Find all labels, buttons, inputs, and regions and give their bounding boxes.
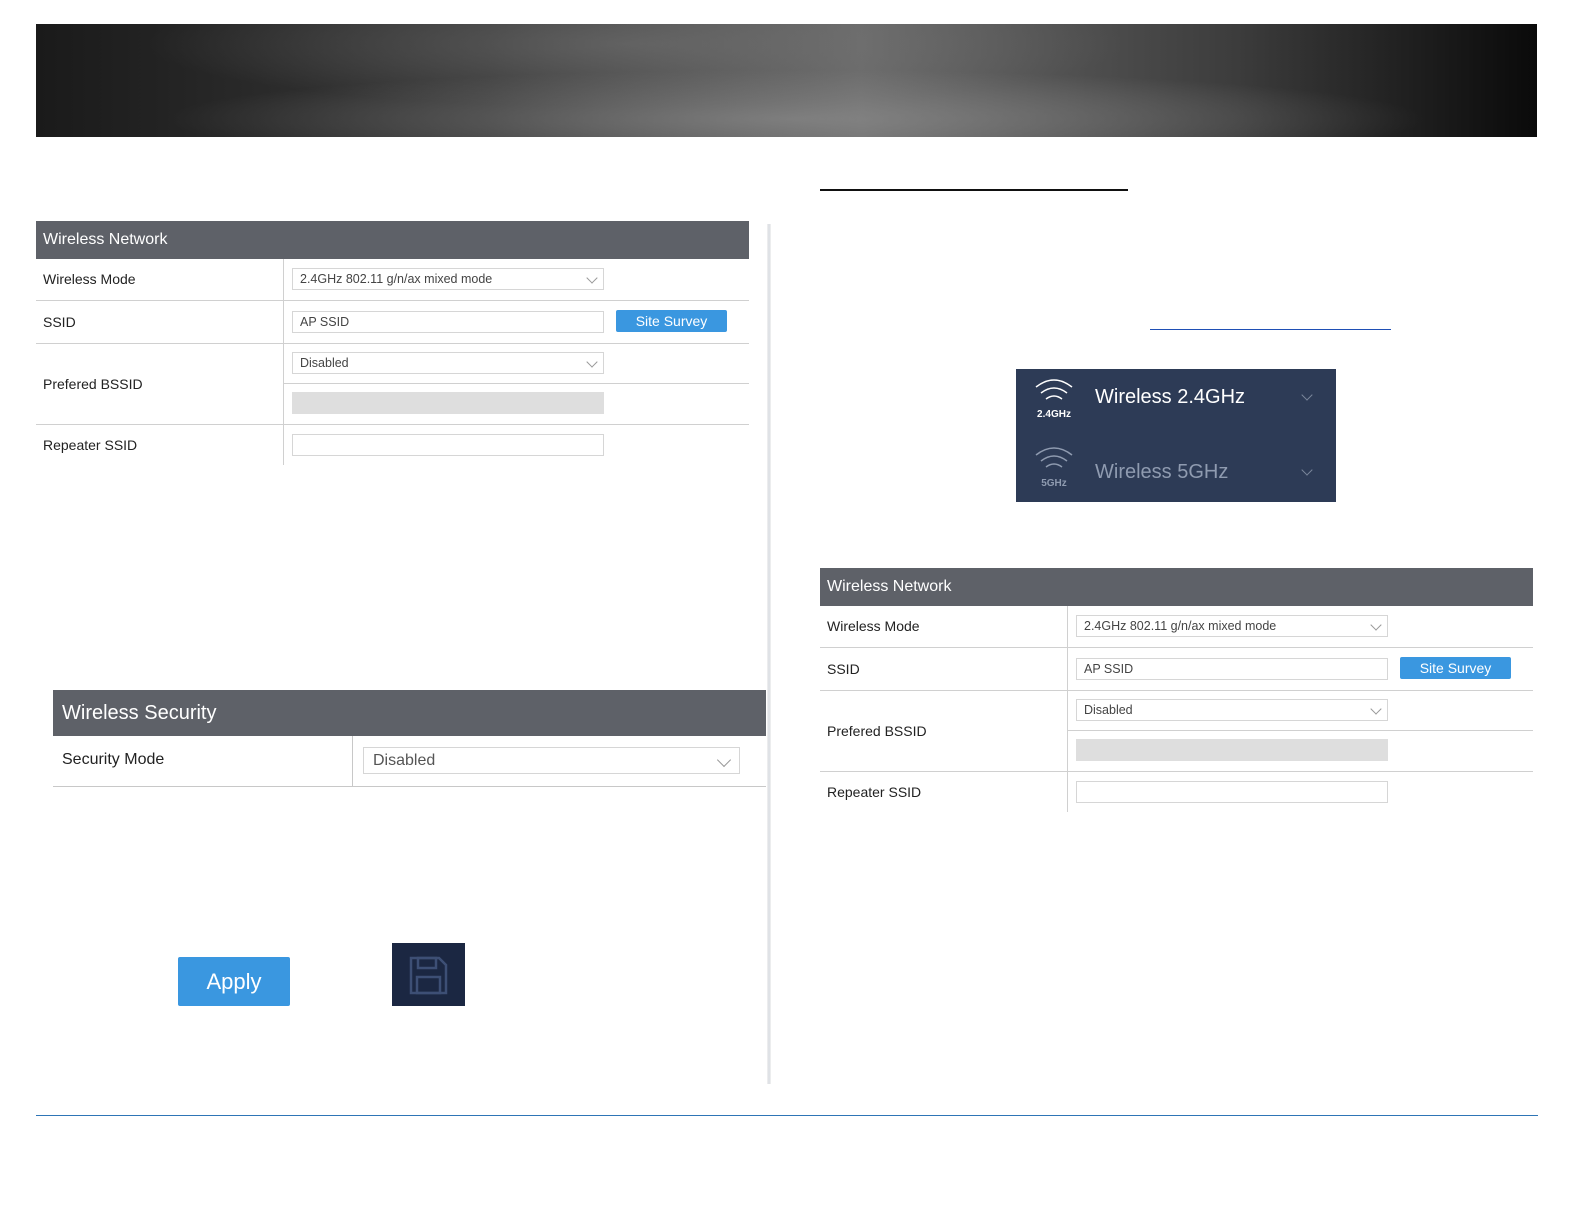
site-survey-button[interactable]: Site Survey (616, 310, 727, 332)
site-survey-button[interactable]: Site Survey (1400, 657, 1511, 679)
prefered-bssid-label: Prefered BSSID (827, 723, 927, 739)
repeater-ssid-input[interactable] (292, 434, 604, 456)
repeater-ssid-label: Repeater SSID (43, 437, 138, 453)
chevron-down-icon (586, 356, 598, 368)
wireless-network-panel-left: Wireless Network Wireless Mode 2.4GHz 80… (36, 221, 749, 465)
wireless-network-panel-right: Wireless Network Wireless Mode 2.4GHz 80… (820, 568, 1533, 812)
row-subdivider (1068, 730, 1533, 731)
band-label-5ghz: Wireless 5GHz (1095, 461, 1229, 483)
chevron-down-icon (586, 272, 598, 284)
wireless-mode-row: Wireless Mode 2.4GHz 802.11 g/n/ax mixed… (820, 606, 1533, 648)
save-icon (409, 956, 448, 995)
ssid-value: AP SSID (300, 315, 350, 329)
band-item-5ghz[interactable]: 5GHz Wireless 5GHz (1016, 435, 1336, 501)
ssid-value: AP SSID (1084, 662, 1134, 676)
column-separator (352, 736, 353, 786)
column-divider (767, 224, 771, 1084)
row-subdivider (284, 383, 749, 384)
ssid-input[interactable]: AP SSID (292, 311, 604, 333)
ssid-label: SSID (827, 661, 860, 677)
security-mode-label: Security Mode (62, 751, 165, 768)
chevron-down-icon (1301, 464, 1313, 476)
wireless-mode-label: Wireless Mode (827, 618, 920, 634)
bssid-input-disabled (1076, 739, 1388, 761)
column-separator (283, 425, 284, 465)
svg-text:2.4GHz: 2.4GHz (1037, 409, 1071, 420)
column-separator (283, 259, 284, 300)
wireless-mode-row: Wireless Mode 2.4GHz 802.11 g/n/ax mixed… (36, 259, 749, 301)
ssid-row: SSID AP SSID Site Survey (820, 648, 1533, 691)
save-button[interactable] (392, 943, 465, 1006)
ssid-input[interactable]: AP SSID (1076, 658, 1388, 680)
wireless-mode-value: 2.4GHz 802.11 g/n/ax mixed mode (1084, 619, 1277, 633)
apply-button[interactable]: Apply (178, 957, 290, 1006)
wireless-mode-label: Wireless Mode (43, 271, 136, 287)
header-banner (36, 24, 1537, 137)
ssid-row: SSID AP SSID Site Survey (36, 301, 749, 344)
chevron-down-icon (1301, 389, 1313, 401)
repeater-ssid-row: Repeater SSID (820, 772, 1533, 812)
column-separator (1067, 606, 1068, 647)
prefered-bssid-select[interactable]: Disabled (292, 352, 604, 374)
prefered-bssid-value: Disabled (300, 356, 349, 370)
repeater-ssid-row: Repeater SSID (36, 425, 749, 465)
column-separator (283, 301, 284, 343)
section-rule (820, 189, 1128, 191)
bssid-input-disabled (292, 392, 604, 414)
chevron-down-icon (1370, 703, 1382, 715)
wireless-security-panel: Wireless Security Security Mode Disabled (53, 690, 766, 787)
prefered-bssid-select[interactable]: Disabled (1076, 699, 1388, 721)
panel-header: Wireless Network (820, 568, 1533, 606)
prefered-bssid-value: Disabled (1084, 703, 1133, 717)
repeater-ssid-label: Repeater SSID (827, 784, 922, 800)
column-separator (1067, 772, 1068, 812)
band-item-24ghz[interactable]: 2.4GHz Wireless 2.4GHz (1016, 369, 1336, 435)
panel-header: Wireless Security (53, 690, 766, 736)
column-separator (1067, 691, 1068, 771)
chevron-down-icon (1370, 619, 1382, 631)
wifi-5ghz-icon: 5GHz (1035, 447, 1073, 489)
wireless-mode-value: 2.4GHz 802.11 g/n/ax mixed mode (300, 272, 493, 286)
prefered-bssid-row: Prefered BSSID Disabled (36, 344, 749, 425)
panel-header: Wireless Network (36, 221, 749, 259)
column-separator (283, 344, 284, 424)
prefered-bssid-row: Prefered BSSID Disabled (820, 691, 1533, 772)
security-mode-value: Disabled (373, 752, 436, 769)
security-mode-row: Security Mode Disabled (53, 736, 766, 787)
link-underline (1150, 329, 1391, 330)
chevron-down-icon (716, 752, 732, 768)
prefered-bssid-label: Prefered BSSID (43, 376, 143, 392)
repeater-ssid-input[interactable] (1076, 781, 1388, 803)
ssid-label: SSID (43, 314, 76, 330)
svg-text:5GHz: 5GHz (1041, 478, 1067, 489)
security-mode-select[interactable]: Disabled (363, 747, 740, 774)
band-menu: 2.4GHz Wireless 2.4GHz 5GHz Wireless 5GH… (1016, 369, 1336, 502)
wifi-24ghz-icon: 2.4GHz (1035, 379, 1073, 420)
column-separator (1067, 648, 1068, 690)
band-label-24ghz: Wireless 2.4GHz (1095, 386, 1246, 408)
wireless-mode-select[interactable]: 2.4GHz 802.11 g/n/ax mixed mode (292, 268, 604, 290)
wireless-mode-select[interactable]: 2.4GHz 802.11 g/n/ax mixed mode (1076, 615, 1388, 637)
footer-rule (36, 1115, 1538, 1116)
